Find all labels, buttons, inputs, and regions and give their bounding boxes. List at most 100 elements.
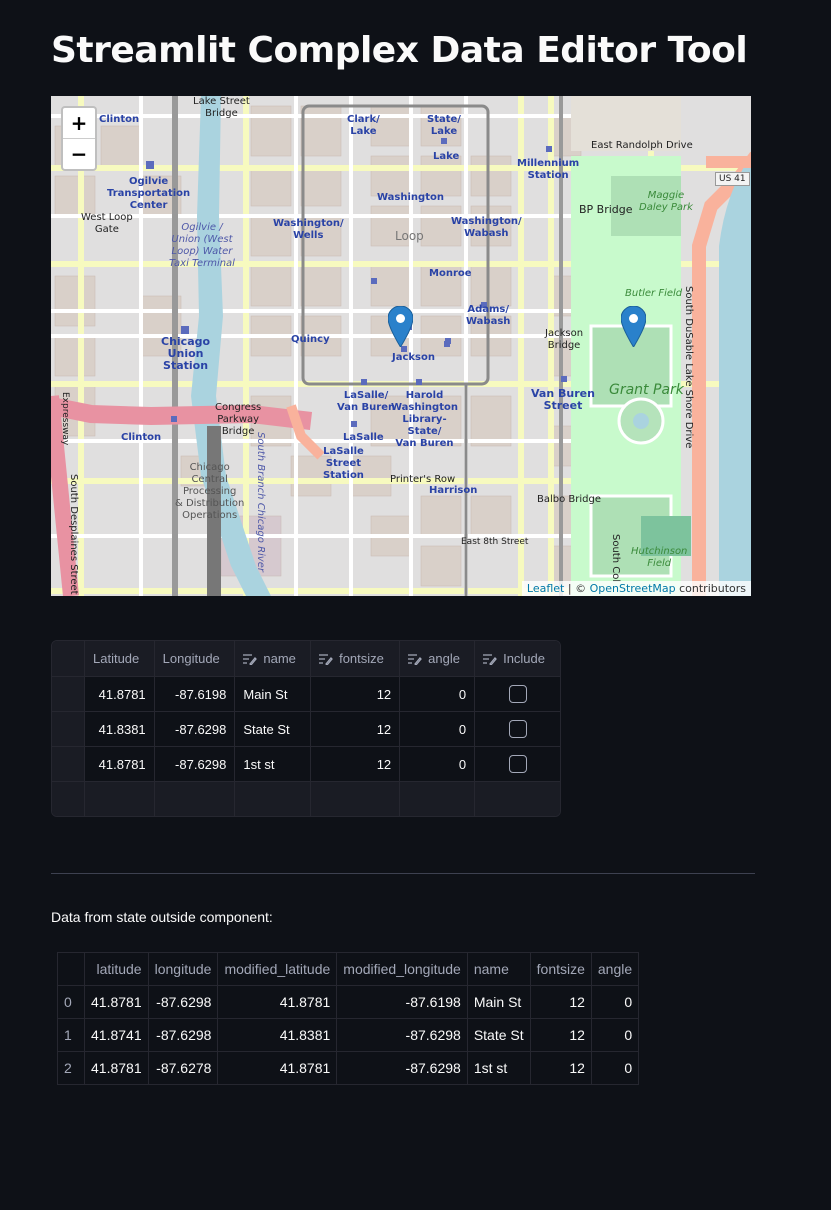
editor-cell-angle[interactable]: 0 (399, 711, 476, 747)
map-label-lake-street-bridge: Lake Street Bridge (193, 96, 250, 119)
map-label-butler-field: Butler Field (625, 288, 683, 299)
leaflet-link[interactable]: Leaflet (527, 582, 564, 595)
editor-cell-name[interactable]: 1st st (234, 746, 312, 782)
editor-empty-cell[interactable] (399, 781, 476, 816)
state-col-longitude: longitude (147, 952, 219, 986)
include-checkbox[interactable] (508, 720, 527, 738)
map-label-hutchinson: Hutchinson Field (631, 546, 688, 569)
map-label-expressway: Expressway (60, 392, 70, 446)
state-col-angle: angle (590, 952, 640, 986)
state-cell-modified-latitude: 41.8381 (217, 1018, 338, 1052)
state-cell-modified-longitude: -87.6298 (336, 1018, 468, 1052)
state-cell-longitude: -87.6298 (147, 985, 219, 1019)
editor-cell-include[interactable] (474, 746, 560, 782)
editor-header-row: Latitude Longitude name fontsize angle I… (52, 641, 560, 677)
editor-cell-latitude[interactable]: 41.8781 (84, 746, 155, 782)
map-label-us41: US 41 (715, 172, 750, 186)
state-col-modified-latitude: modified_latitude (217, 952, 338, 986)
map[interactable]: Clinton Lake Street Bridge Clark/ Lake S… (51, 96, 751, 596)
state-table-header: latitude longitude modified_latitude mod… (57, 952, 640, 986)
map-label-east-8th: East 8th Street (461, 537, 529, 547)
editor-col-longitude[interactable]: Longitude (153, 641, 236, 677)
map-label-harrison: Harrison (429, 485, 478, 496)
table-row: 1 41.8741 -87.6298 41.8381 -87.6298 Stat… (57, 1018, 640, 1052)
map-label-lasalle-street: LaSalle Street Station (323, 446, 364, 481)
state-cell-fontsize: 12 (529, 1051, 592, 1085)
editor-cell-name[interactable]: State St (234, 711, 312, 747)
map-label-ogilvie: Ogilvie Transportation Center (107, 176, 191, 211)
state-cell-longitude: -87.6278 (147, 1051, 219, 1085)
state-cell-name: State St (466, 1018, 531, 1052)
editor-empty-cell[interactable] (153, 781, 236, 816)
map-attribution: Leaflet | © OpenStreetMap contributors (521, 581, 751, 596)
attribution-suffix: contributors (675, 582, 746, 595)
state-col-index (57, 952, 85, 986)
map-label-millennium: Millennium Station (517, 158, 580, 181)
map-marker-icon[interactable] (621, 306, 646, 347)
map-label-lasalle-van-buren: LaSalle/ Van Buren (337, 390, 396, 413)
editor-col-fontsize[interactable]: fontsize (310, 641, 401, 677)
attribution-sep: | © (564, 582, 590, 595)
editor-col-latitude[interactable]: Latitude (84, 641, 155, 677)
map-label-monroe: Monroe (429, 268, 472, 279)
editor-cell-longitude[interactable]: -87.6298 (153, 746, 236, 782)
map-label-state-lake: State/ Lake (427, 114, 461, 137)
editor-empty-cell[interactable] (474, 781, 560, 816)
editor-row-index[interactable] (52, 711, 85, 747)
editor-row[interactable]: 41.8781 -87.6198 Main St 12 0 (52, 676, 560, 712)
state-table: latitude longitude modified_latitude mod… (57, 952, 640, 1085)
map-label-jackson: Jackson (392, 352, 435, 363)
editor-empty-cell[interactable] (234, 781, 312, 816)
map-label-quincy: Quincy (291, 334, 330, 345)
state-cell-modified-latitude: 41.8781 (217, 1051, 338, 1085)
map-label-east-randolph: East Randolph Drive (591, 140, 693, 151)
map-label-west-loop-gate: West Loop Gate (81, 212, 133, 235)
data-editor[interactable]: Latitude Longitude name fontsize angle I… (51, 640, 561, 817)
editor-cell-name[interactable]: Main St (234, 676, 312, 712)
zoom-control: + − (61, 106, 97, 171)
editor-add-row[interactable] (52, 781, 560, 816)
editor-cell-fontsize[interactable]: 12 (310, 711, 401, 747)
map-label-van-buren-street: Van Buren Street (531, 387, 595, 412)
zoom-out-button[interactable]: − (63, 138, 95, 169)
editor-row-index[interactable] (52, 781, 85, 816)
map-label-bp-bridge: BP Bridge (579, 203, 633, 216)
include-checkbox[interactable] (508, 755, 527, 773)
editor-cell-longitude[interactable]: -87.6198 (153, 676, 236, 712)
editor-empty-cell[interactable] (310, 781, 401, 816)
editor-cell-include[interactable] (474, 676, 560, 712)
state-cell-index: 0 (57, 985, 85, 1019)
editor-col-name[interactable]: name (234, 641, 312, 677)
map-label-south-col: South Col (610, 534, 621, 583)
editor-empty-cell[interactable] (84, 781, 155, 816)
map-label-washington-wabash: Washington/ Wabash (451, 216, 522, 239)
include-checkbox[interactable] (508, 685, 527, 703)
state-cell-modified-longitude: -87.6198 (336, 985, 468, 1019)
editor-cell-angle[interactable]: 0 (399, 676, 476, 712)
editor-row[interactable]: 41.8781 -87.6298 1st st 12 0 (52, 746, 560, 782)
state-cell-angle: 0 (590, 985, 640, 1019)
map-label-south-dusable: South DuSable Lake Shore Drive (683, 286, 694, 449)
editor-col-angle[interactable]: angle (399, 641, 476, 677)
state-col-modified-longitude: modified_longitude (336, 952, 468, 986)
state-cell-latitude: 41.8741 (84, 1018, 149, 1052)
zoom-in-button[interactable]: + (63, 108, 95, 138)
editor-cell-latitude[interactable]: 41.8781 (84, 676, 155, 712)
editor-cell-angle[interactable]: 0 (399, 746, 476, 782)
editor-cell-include[interactable] (474, 711, 560, 747)
state-col-latitude: latitude (84, 952, 149, 986)
editor-cell-fontsize[interactable]: 12 (310, 746, 401, 782)
editor-row[interactable]: 41.8381 -87.6298 State St 12 0 (52, 711, 560, 747)
editor-cell-longitude[interactable]: -87.6298 (153, 711, 236, 747)
editor-row-index[interactable] (52, 676, 85, 712)
editor-row-index[interactable] (52, 746, 85, 782)
map-label-balbo-bridge: Balbo Bridge (537, 494, 602, 505)
state-cell-latitude: 41.8781 (84, 1051, 149, 1085)
map-marker-icon[interactable] (388, 306, 413, 347)
osm-link[interactable]: OpenStreetMap (590, 582, 676, 595)
editor-col-include[interactable]: Include (474, 641, 560, 677)
page-title: Streamlit Complex Data Editor Tool (51, 30, 748, 71)
editor-cell-latitude[interactable]: 41.8381 (84, 711, 155, 747)
map-label-clinton-bottom: Clinton (121, 432, 162, 443)
editor-cell-fontsize[interactable]: 12 (310, 676, 401, 712)
